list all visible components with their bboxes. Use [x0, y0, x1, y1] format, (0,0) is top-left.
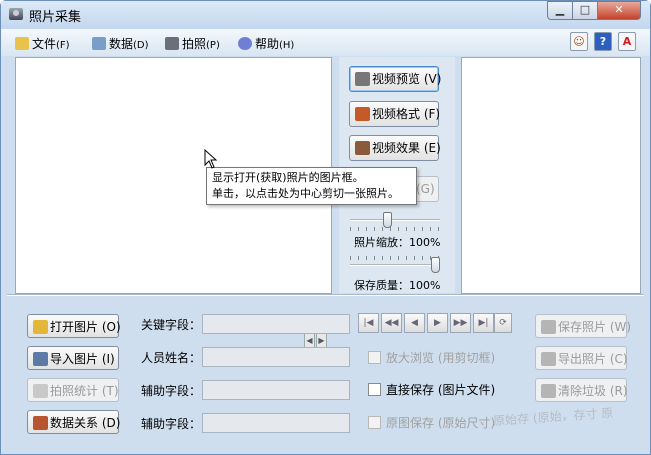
menu-capture[interactable]: 拍照(P)	[165, 35, 220, 51]
video-effect-button[interactable]: 视频效果 (E)	[349, 135, 441, 161]
zoom-browse-label: 放大浏览 (用剪切框)	[386, 351, 496, 365]
photo-capture-window: 照片采集 ▁ □ ✕ 文件(F) 数据(D) 拍照(P) 帮助(H) ☺ ? A…	[0, 0, 651, 455]
export-photo-button[interactable]: 导出照片 (C)	[535, 346, 628, 370]
maximize-button[interactable]: □	[572, 1, 598, 20]
next-page-button[interactable]: ▶▶	[450, 313, 471, 333]
menu-bar: 文件(F) 数据(D) 拍照(P) 帮助(H)	[1, 29, 650, 56]
camera-icon	[165, 37, 179, 50]
prev-record-button[interactable]: ◀	[404, 313, 425, 333]
video-preview-button[interactable]: 视频预览 (V)	[349, 66, 441, 92]
minimize-button[interactable]: ▁	[547, 1, 573, 20]
quality-slider-thumb[interactable]	[431, 257, 440, 273]
zoom-label: 照片缩放：100%	[354, 236, 441, 249]
user-icon[interactable]: ☺	[570, 32, 588, 51]
divider	[7, 294, 644, 296]
clear-trash-button[interactable]: 清除垃圾 (R)	[535, 378, 628, 402]
open-image-button[interactable]: 打开图片 (O)	[27, 314, 121, 338]
quality-slider-track[interactable]	[350, 264, 440, 266]
window-title: 照片采集	[29, 10, 82, 25]
original-save-checkbox[interactable]	[368, 416, 381, 429]
help-globe-icon	[238, 37, 252, 50]
key-field-input[interactable]	[202, 314, 350, 334]
open-folder-icon	[33, 320, 48, 334]
title-bar[interactable]: 照片采集 ▁ □ ✕	[1, 1, 650, 29]
first-record-button[interactable]: |◀	[358, 313, 379, 333]
aux-field-2-label: 辅助字段：	[141, 417, 202, 431]
folder-icon	[15, 37, 29, 50]
relation-icon	[33, 416, 48, 430]
data-relation-button[interactable]: 数据关系 (D)	[27, 410, 120, 434]
prev-page-button[interactable]: ◀◀	[381, 313, 402, 333]
save-photo-button[interactable]: 保存照片 (W)	[535, 314, 631, 338]
zoom-browse-checkbox[interactable]	[368, 351, 381, 364]
person-name-input[interactable]	[202, 347, 350, 367]
mouse-cursor-icon	[204, 149, 218, 169]
capture-stats-button[interactable]: 拍照统计 (T)	[27, 378, 119, 402]
zoom-slider-thumb[interactable]	[383, 212, 392, 228]
aux-field-1-input[interactable]	[202, 380, 350, 400]
zoom-slider-ticks	[350, 227, 440, 231]
refresh-icon[interactable]: ⟳	[494, 313, 512, 333]
ghost-overlay-text: 原始存 (原始，存寸 原	[492, 405, 614, 429]
next-record-button[interactable]: ▶	[427, 313, 448, 333]
person-name-label: 人员姓名：	[141, 351, 202, 365]
last-record-button[interactable]: ▶|	[473, 313, 494, 333]
video-camera-icon	[355, 72, 370, 86]
key-field-label: 关键字段：	[141, 318, 202, 332]
tooltip-line-1: 显示打开(获取)照片的图片框。	[212, 171, 364, 184]
menu-help[interactable]: 帮助(H)	[238, 35, 294, 51]
export-icon	[541, 352, 556, 366]
import-icon	[33, 352, 48, 366]
exit-icon[interactable]: A	[618, 32, 636, 51]
menu-data[interactable]: 数据(D)	[92, 35, 149, 51]
quality-label: 保存质量：100%	[354, 279, 441, 292]
zoom-slider-track[interactable]	[350, 219, 440, 221]
stats-icon	[33, 384, 48, 398]
quality-slider-ticks	[350, 256, 440, 260]
save-icon	[541, 320, 556, 334]
original-save-label: 原图保存 (原始尺寸)	[386, 416, 496, 430]
direct-save-label: 直接保存 (图片文件)	[386, 383, 496, 397]
video-format-button[interactable]: 视频格式 (F)	[349, 101, 440, 127]
video-format-icon	[355, 107, 370, 121]
captured-photo-preview[interactable]	[461, 57, 641, 294]
aux-field-1-label: 辅助字段：	[141, 384, 202, 398]
database-icon	[92, 37, 106, 50]
video-effect-icon	[355, 141, 370, 155]
tooltip-line-2: 单击，以点击处为中心剪切一张照片。	[212, 187, 399, 200]
trash-icon	[541, 384, 556, 398]
menu-file[interactable]: 文件(F)	[15, 35, 70, 51]
import-image-button[interactable]: 导入图片 (I)	[27, 346, 119, 370]
direct-save-checkbox[interactable]	[368, 383, 381, 396]
tooltip: 显示打开(获取)照片的图片框。 单击，以点击处为中心剪切一张照片。	[206, 167, 417, 205]
aux-field-2-input[interactable]	[202, 413, 350, 433]
close-button[interactable]: ✕	[597, 1, 641, 20]
help-icon[interactable]: ?	[594, 32, 612, 51]
camera-app-icon	[9, 8, 23, 20]
